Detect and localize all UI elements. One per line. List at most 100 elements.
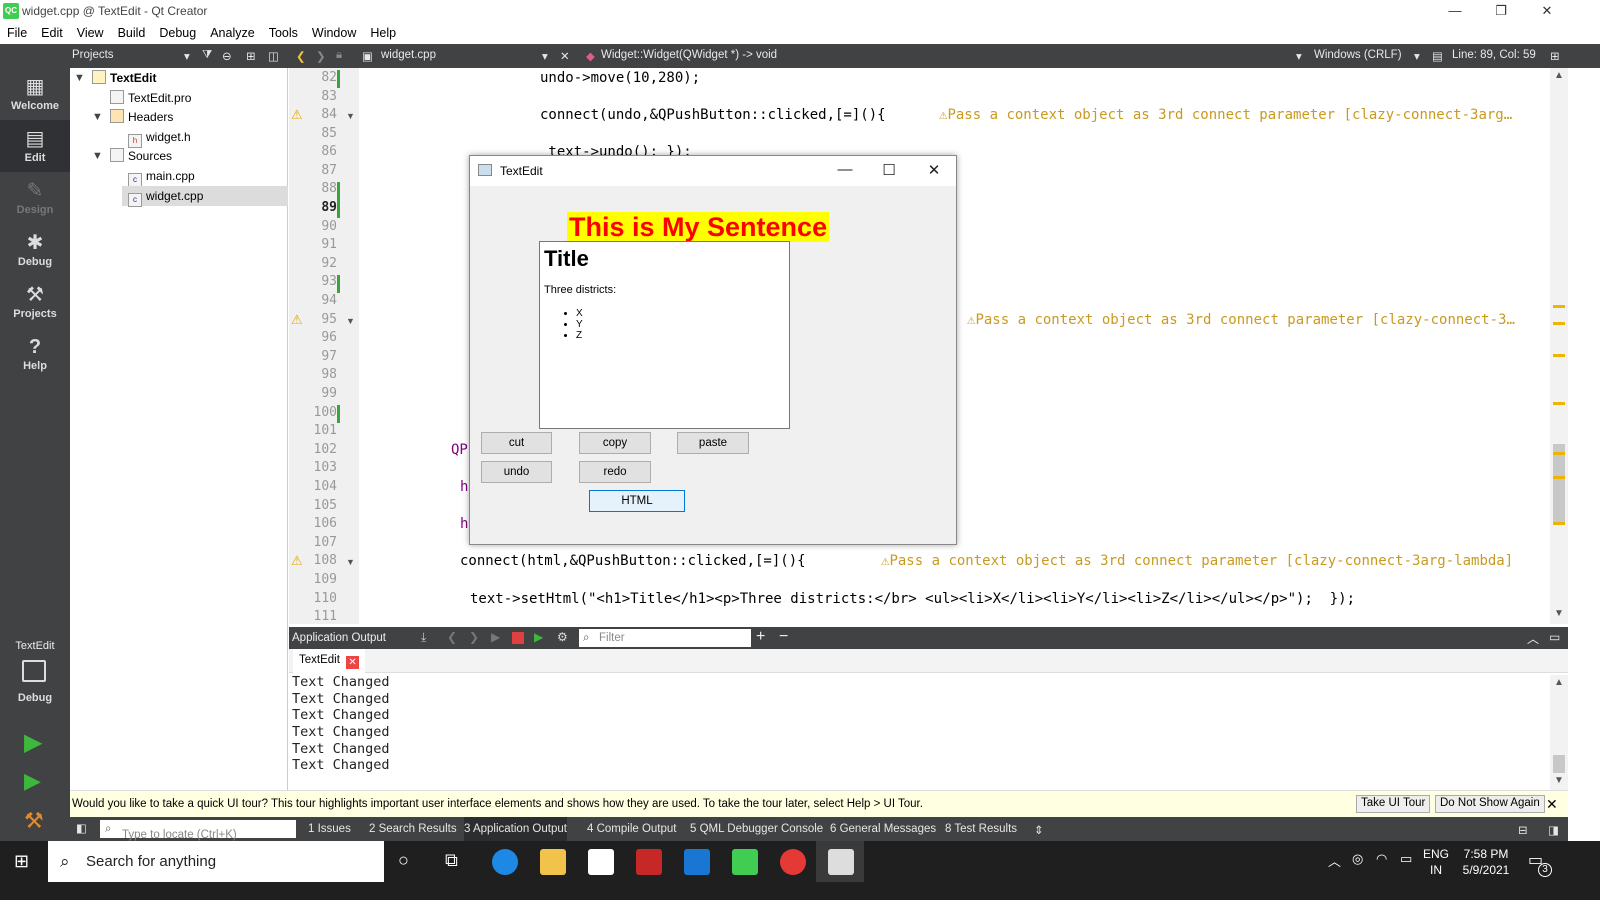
function-selector[interactable]: Widget::Widget(QWidget *) -> void — [601, 49, 777, 61]
scroll-down-icon[interactable]: ▼ — [1554, 608, 1564, 619]
dismiss-tour-button[interactable]: Do Not Show Again — [1435, 795, 1545, 813]
progress-icon[interactable]: ⊟ — [1518, 823, 1528, 837]
mcafee-icon[interactable] — [636, 849, 662, 875]
language-indicator[interactable]: ENG IN — [1422, 846, 1450, 878]
pane-application-output[interactable]: 3 Application Output — [464, 817, 567, 841]
add-icon[interactable]: + — [756, 628, 765, 646]
mode-help[interactable]: ? Help — [0, 328, 70, 380]
menu-analyze[interactable]: Analyze — [203, 22, 261, 44]
close-panel-icon[interactable]: ▭ — [1549, 630, 1560, 644]
mode-projects[interactable]: ⚒ Projects — [0, 276, 70, 328]
mail-icon[interactable] — [684, 849, 710, 875]
close-icon[interactable]: ✕ — [1546, 796, 1558, 813]
textedit-taskbar-icon[interactable] — [828, 849, 854, 875]
paste-button[interactable]: paste — [677, 432, 749, 454]
run-icon[interactable]: ▶ — [24, 728, 42, 757]
output-scrollbar[interactable]: ▲ ▼ — [1550, 675, 1568, 790]
prev-icon[interactable]: ❮ — [447, 630, 457, 644]
cursor-position[interactable]: Line: 89, Col: 59 — [1452, 49, 1536, 61]
mode-design[interactable]: ✎ Design — [0, 172, 70, 224]
fold-arrow-icon[interactable]: ▼ — [346, 111, 355, 121]
edge-icon[interactable] — [492, 849, 518, 875]
webcam-icon[interactable]: ◎ — [1352, 851, 1363, 867]
cut-button[interactable]: cut — [481, 432, 552, 454]
menu-help[interactable]: Help — [363, 22, 403, 44]
pane-issues[interactable]: 1 Issues — [308, 823, 351, 835]
pane-qml-debugger[interactable]: 5 QML Debugger Console — [690, 823, 823, 835]
split-icon[interactable]: ⊞ — [246, 49, 256, 63]
scroll-up-icon[interactable]: ▲ — [1554, 70, 1564, 81]
wifi-icon[interactable]: ◠ — [1376, 851, 1387, 867]
tree-item-main-cpp[interactable]: c main.cpp — [128, 166, 195, 187]
expand-arrow-icon[interactable]: ▼ — [92, 150, 103, 162]
take-tour-button[interactable]: Take UI Tour — [1356, 795, 1431, 813]
next-icon[interactable]: ❯ — [469, 630, 479, 644]
tree-item-sources[interactable]: Sources — [110, 146, 172, 166]
monitor-icon[interactable] — [22, 660, 46, 682]
output-tab-textedit[interactable]: TextEdit ✕ — [293, 649, 366, 673]
file-explorer-icon[interactable] — [540, 849, 566, 875]
run-icon[interactable]: ▶ — [491, 630, 500, 644]
toggle-sidebar-icon[interactable]: ◧ — [76, 821, 87, 835]
link-icon[interactable]: ⊖ — [222, 49, 232, 63]
scroll-down-icon[interactable]: ▼ — [1554, 775, 1564, 786]
stop-icon[interactable] — [512, 632, 524, 644]
locate-input[interactable]: ⌕ Type to locate (Ctrl+K) — [100, 820, 296, 841]
line-ending-selector[interactable]: Windows (CRLF) — [1314, 49, 1402, 61]
menu-file[interactable]: File — [0, 22, 34, 44]
rich-text-edit[interactable]: Title Three districts: X Y Z — [539, 241, 790, 429]
attach-icon[interactable]: ⤓ — [421, 630, 426, 645]
task-view-icon[interactable]: ⧉ — [445, 850, 458, 871]
taskbar-search[interactable]: ⌕ Search for anything — [48, 841, 384, 882]
chevron-down-icon[interactable]: ▾ — [184, 49, 190, 63]
undo-button[interactable]: undo — [481, 461, 552, 483]
gear-icon[interactable]: ⚙ — [557, 630, 568, 644]
qt-creator-taskbar-icon[interactable] — [732, 849, 758, 875]
pane-compile-output[interactable]: 4 Compile Output — [587, 823, 677, 835]
forward-arrow-icon[interactable]: ❯ — [316, 49, 326, 63]
menu-build[interactable]: Build — [111, 22, 153, 44]
mode-edit[interactable]: ▤ Edit — [0, 120, 70, 172]
html-button[interactable]: HTML — [589, 490, 685, 512]
file-dropdown-icon[interactable]: ▾ — [542, 49, 548, 63]
clock[interactable]: 7:58 PM 5/9/2021 — [1456, 846, 1516, 878]
mode-welcome[interactable]: ▦ Welcome — [0, 68, 70, 120]
menu-window[interactable]: Window — [305, 22, 363, 44]
expand-arrow-icon[interactable]: ▼ — [92, 111, 103, 123]
dialog-maximize-button[interactable]: ☐ — [874, 161, 904, 179]
expand-arrow-icon[interactable]: ▼ — [74, 72, 85, 84]
pane-test-results[interactable]: 8 Test Results — [945, 823, 1017, 835]
cortana-icon[interactable]: ○ — [398, 850, 409, 871]
menu-debug[interactable]: Debug — [152, 22, 203, 44]
split-editor-icon[interactable]: ⊞ — [1550, 49, 1560, 63]
tree-item-widget-h[interactable]: h widget.h — [128, 127, 191, 148]
warning-icon[interactable]: ⚠ — [291, 312, 303, 328]
application-output[interactable]: TextEdit ✕ Text Changed Text Changed Tex… — [289, 649, 1568, 790]
debug-icon[interactable]: ▶ — [534, 630, 543, 644]
filter-icon[interactable]: ⧩ — [202, 49, 212, 62]
fold-arrow-icon[interactable]: ▼ — [346, 316, 355, 326]
toggle-output-icon[interactable]: ◨ — [1548, 823, 1559, 837]
mode-debug[interactable]: ✱ Debug — [0, 224, 70, 276]
pane-search-results[interactable]: 2 Search Results — [369, 823, 457, 835]
redo-button[interactable]: redo — [579, 461, 651, 483]
close-file-icon[interactable]: ✕ — [560, 49, 570, 63]
windows-start-icon[interactable]: ⊞ — [14, 851, 29, 872]
scroll-up-icon[interactable]: ▲ — [1554, 677, 1564, 688]
pane-general-messages[interactable]: 6 General Messages — [830, 823, 936, 835]
menu-view[interactable]: View — [70, 22, 111, 44]
chrome-icon[interactable] — [780, 849, 806, 875]
warning-icon[interactable]: ⚠ — [291, 107, 303, 123]
debug-run-icon[interactable]: ▶ — [24, 768, 41, 794]
scrollbar-thumb[interactable] — [1553, 755, 1565, 773]
store-icon[interactable] — [588, 849, 614, 875]
close-button[interactable]: ✕ — [1524, 0, 1570, 22]
tree-item-pro[interactable]: TextEdit.pro — [110, 88, 191, 108]
tree-item-headers[interactable]: Headers — [110, 107, 173, 127]
close-tab-icon[interactable]: ✕ — [346, 656, 360, 669]
function-dropdown-icon[interactable]: ▾ — [1296, 49, 1302, 63]
file-tab[interactable]: widget.cpp — [381, 49, 436, 61]
menu-edit[interactable]: Edit — [34, 22, 70, 44]
dialog-close-button[interactable]: ✕ — [919, 161, 949, 179]
scrollbar-thumb[interactable] — [1553, 444, 1565, 524]
